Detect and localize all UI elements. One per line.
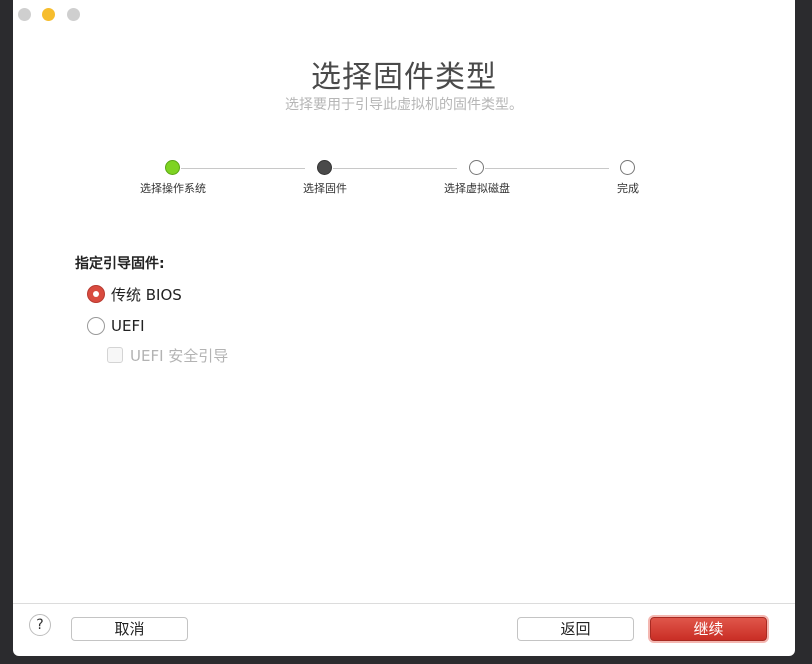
step-connector bbox=[485, 168, 609, 169]
help-button[interactable]: ? bbox=[29, 614, 51, 636]
uefi-secure-boot-checkbox: UEFI 安全引导 bbox=[107, 344, 228, 366]
radio-selected-icon[interactable] bbox=[87, 285, 105, 303]
minimize-window-icon[interactable] bbox=[42, 8, 55, 21]
step-label-os: 选择操作系统 bbox=[140, 182, 206, 195]
radio-legacy-bios[interactable]: 传统 BIOS bbox=[87, 283, 182, 305]
step-current-icon bbox=[317, 160, 332, 175]
assistant-window: 选择固件类型 选择要用于引导此虚拟机的固件类型。 选择操作系统 选择固件 选择虚… bbox=[13, 0, 795, 656]
step-connector bbox=[181, 168, 305, 169]
back-button[interactable]: 返回 bbox=[517, 617, 634, 641]
continue-button[interactable]: 继续 bbox=[650, 617, 767, 641]
progress-stepper: 选择操作系统 选择固件 选择虚拟磁盘 完成 bbox=[13, 158, 795, 198]
uefi-secure-boot-label: UEFI 安全引导 bbox=[130, 346, 229, 365]
step-label-firmware: 选择固件 bbox=[303, 182, 347, 195]
boot-firmware-label: 指定引导固件: bbox=[75, 256, 165, 272]
page-subtitle: 选择要用于引导此虚拟机的固件类型。 bbox=[285, 97, 523, 113]
step-done-icon bbox=[165, 160, 180, 175]
radio-legacy-bios-label[interactable]: 传统 BIOS bbox=[111, 284, 182, 305]
radio-uefi[interactable]: UEFI bbox=[87, 315, 145, 337]
step-pending-icon bbox=[469, 160, 484, 175]
radio-uefi-label[interactable]: UEFI bbox=[111, 317, 145, 335]
step-connector bbox=[333, 168, 457, 169]
close-window-icon[interactable] bbox=[18, 8, 31, 21]
step-label-disk: 选择虚拟磁盘 bbox=[444, 182, 510, 195]
zoom-window-icon[interactable] bbox=[67, 8, 80, 21]
cancel-button[interactable]: 取消 bbox=[71, 617, 188, 641]
radio-unselected-icon[interactable] bbox=[87, 317, 105, 335]
page-title: 选择固件类型 bbox=[311, 60, 497, 95]
footer-divider bbox=[13, 603, 795, 604]
step-label-finish: 完成 bbox=[617, 182, 639, 195]
step-pending-icon bbox=[620, 160, 635, 175]
checkbox-disabled-icon bbox=[107, 347, 123, 363]
